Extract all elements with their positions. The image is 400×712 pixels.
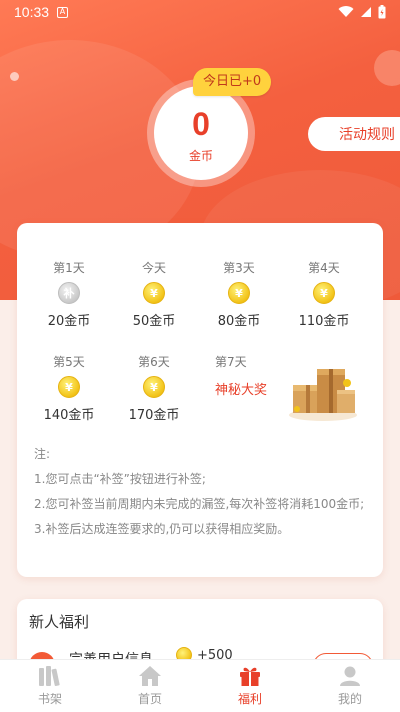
tab-label: 福利 — [237, 692, 262, 706]
status-icons — [338, 5, 386, 19]
bottom-tab-bar: 书架 首页 福利 我的 — [0, 659, 400, 712]
tab-bookshelf[interactable]: 书架 — [0, 660, 100, 712]
activity-rules-button[interactable]: 活动规则 — [308, 117, 400, 151]
day-label: 第7天 — [215, 355, 247, 369]
status-bar: 10:33 A — [0, 0, 400, 24]
tab-label: 书架 — [37, 692, 62, 706]
day-amount: 170金币 — [128, 408, 180, 423]
coin-balance-inner: 0 金币 — [154, 86, 248, 180]
day-amount: 20金币 — [47, 314, 91, 329]
signin-notes: 注: 1.您可点击“补签”按钮进行补签; 2.您可补签当前周期内未完成的漏签,每… — [34, 443, 370, 543]
status-time: 10:33 — [14, 4, 50, 20]
day-label: 第1天 — [53, 261, 85, 275]
coin-balance-value: 0 — [192, 105, 210, 142]
signin-day-4[interactable]: 第4天 ¥ 110金币 — [284, 259, 364, 329]
decor-circle — [374, 50, 400, 86]
mystery-reward-label: 神秘大奖 — [215, 383, 268, 398]
coin-icon: ¥ — [143, 282, 165, 304]
profile-icon — [340, 666, 360, 686]
signin-card: 第1天 补 20金币 今天 ¥ 50金币 第3天 ¥ 80金币 第4天 ¥ 11… — [17, 223, 383, 577]
bookshelf-icon — [39, 666, 60, 687]
coin-icon: ¥ — [313, 282, 335, 304]
signal-icon — [361, 7, 371, 17]
notes-heading: 注: — [34, 447, 51, 461]
tab-welfare[interactable]: 福利 — [200, 660, 300, 712]
signin-day-5[interactable]: 第5天 ¥ 140金币 — [29, 353, 109, 423]
gift-icon — [240, 667, 260, 686]
tab-profile[interactable]: 我的 — [300, 660, 400, 712]
coin-icon: ¥ — [228, 282, 250, 304]
note-item: 3.补签后达成连签要求的,仍可以获得相应奖励。 — [34, 522, 290, 536]
wifi-icon — [338, 6, 354, 18]
coin-icon: ¥ — [58, 376, 80, 398]
tab-label: 我的 — [337, 692, 362, 706]
tab-home[interactable]: 首页 — [100, 660, 200, 712]
signin-day-1[interactable]: 第1天 补 20金币 — [29, 259, 109, 329]
home-icon — [139, 666, 161, 686]
note-item: 1.您可点击“补签”按钮进行补签; — [34, 472, 206, 486]
coin-balance-label: 金币 — [188, 148, 213, 163]
today-earned-badge: 今日已+0 — [193, 68, 272, 96]
day-label: 第4天 — [308, 261, 340, 275]
day-label: 第5天 — [53, 355, 85, 369]
gift-box-icon — [289, 369, 357, 421]
day-label: 今天 — [141, 261, 166, 275]
decor-dot — [10, 72, 19, 81]
day-label: 第6天 — [138, 355, 170, 369]
day-amount: 110金币 — [298, 314, 350, 329]
welfare-title: 新人福利 — [29, 613, 90, 631]
signin-day-6[interactable]: 第6天 ¥ 170金币 — [114, 353, 194, 423]
signin-day-7[interactable]: 第7天 神秘大奖 — [215, 353, 285, 398]
coin-icon: ¥ — [143, 376, 165, 398]
coin-missed-icon: 补 — [58, 282, 80, 304]
battery-icon — [378, 5, 386, 19]
signin-day-today[interactable]: 今天 ¥ 50金币 — [114, 259, 194, 329]
signin-day-3[interactable]: 第3天 ¥ 80金币 — [199, 259, 279, 329]
day-label: 第3天 — [223, 261, 255, 275]
day-amount: 50金币 — [132, 314, 176, 329]
day-amount: 140金币 — [43, 408, 95, 423]
note-item: 2.您可补签当前周期内未完成的漏签,每次补签将消耗100金币; — [34, 497, 365, 511]
notification-a-icon: A — [57, 6, 69, 18]
day-amount: 80金币 — [217, 314, 261, 329]
tab-label: 首页 — [137, 692, 162, 706]
